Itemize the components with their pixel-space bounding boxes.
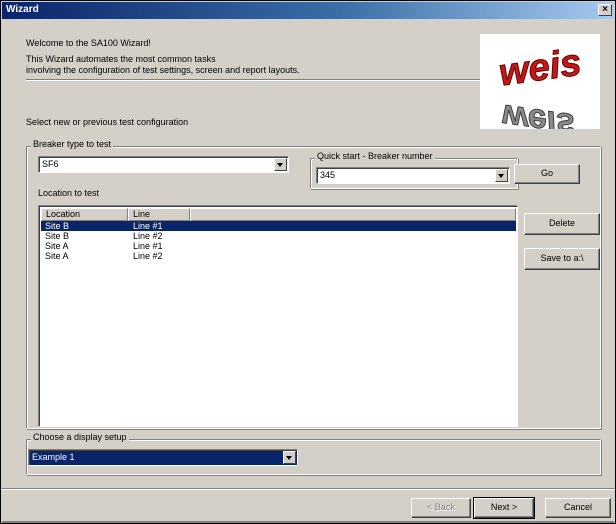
list-item[interactable]: Site B Line #1 [41, 221, 516, 231]
weis-logo-graphic: weis weis [496, 41, 584, 129]
display-setup-select[interactable]: Example 1 [28, 449, 298, 466]
location-cell: Site B [45, 221, 70, 231]
column-header-line[interactable]: Line [128, 208, 190, 221]
location-label: Location to test [38, 188, 100, 198]
save-to-a-button[interactable]: Save to a:\ [524, 248, 600, 270]
list-item[interactable]: Site A Line #1 [41, 241, 516, 251]
select-prompt: Select new or previous test configuratio… [26, 117, 189, 127]
wizard-window: Wizard × Welcome to the SA100 Wizard! Th… [0, 0, 616, 524]
cancel-button[interactable]: Cancel [545, 498, 611, 518]
logo-reflection-word: weis [499, 97, 577, 129]
footer-separator [2, 488, 614, 490]
location-cell: Site B [45, 231, 70, 241]
breaker-group-legend: Breaker type to test [31, 139, 114, 149]
line-cell: Line #1 [133, 241, 163, 251]
close-button[interactable]: × [598, 4, 612, 16]
chevron-down-icon[interactable] [283, 451, 296, 464]
list-item[interactable]: Site B Line #2 [41, 231, 516, 241]
breaker-type-value: SF6 [42, 159, 59, 169]
column-header-location[interactable]: Location [41, 208, 128, 221]
window-title: Wizard [6, 4, 39, 15]
title-bar[interactable]: Wizard × [2, 2, 614, 19]
line-cell: Line #2 [133, 231, 163, 241]
list-item[interactable]: Site A Line #2 [41, 251, 516, 261]
back-button[interactable]: < Back [411, 498, 471, 518]
intro-separator [26, 79, 484, 81]
next-button[interactable]: Next > [473, 497, 535, 519]
intro-line-2: involving the configuration of test sett… [26, 65, 300, 75]
location-cell: Site A [45, 241, 69, 251]
line-cell: Line #1 [133, 221, 163, 231]
location-list[interactable]: Location Line Site B Line #1 Site B Line… [38, 205, 518, 427]
column-header-filler [190, 208, 516, 221]
chevron-down-icon[interactable] [274, 158, 287, 171]
go-button[interactable]: Go [514, 164, 580, 184]
weis-logo: weis weis [480, 34, 600, 129]
delete-button[interactable]: Delete [524, 213, 600, 235]
display-setup-value: Example 1 [32, 452, 75, 462]
location-cell: Site A [45, 251, 69, 261]
chevron-down-icon[interactable] [495, 169, 508, 182]
intro-line-1: This Wizard automates the most common ta… [26, 54, 216, 64]
quick-start-value: 345 [320, 170, 336, 180]
quick-start-select[interactable]: 345 [316, 167, 510, 184]
welcome-text: Welcome to the SA100 Wizard! [26, 38, 151, 48]
quick-start-legend: Quick start - Breaker number [315, 151, 435, 161]
logo-top-word: weis [496, 42, 583, 95]
window-bottom-edge [2, 521, 614, 523]
line-cell: Line #2 [133, 251, 163, 261]
breaker-type-select[interactable]: SF6 [38, 156, 289, 173]
display-setup-legend: Choose a display setup [31, 432, 129, 442]
